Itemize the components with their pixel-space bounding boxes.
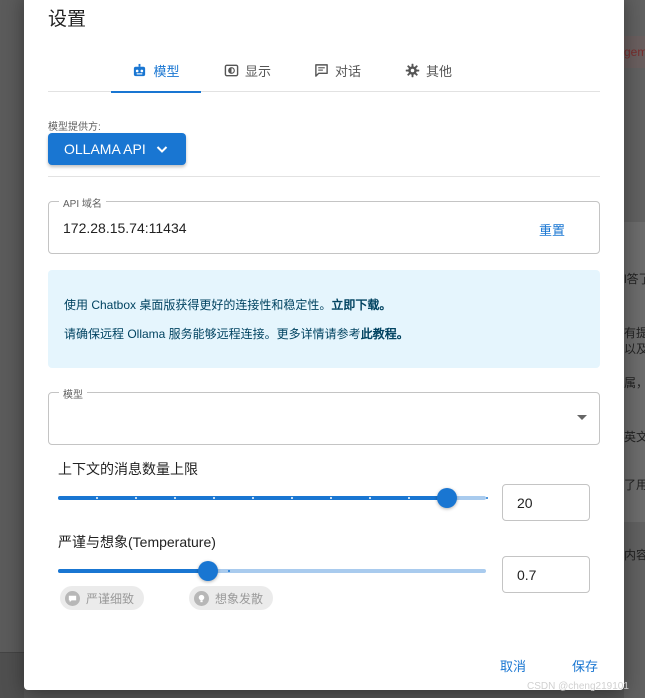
tab-label: 其他: [426, 63, 453, 79]
background-text: gem: [624, 45, 645, 59]
bubble-icon: [65, 590, 80, 606]
dropdown-arrow-icon: [577, 415, 587, 420]
chip-rigorous: 严谨细致: [60, 586, 145, 610]
info-text: 使用 Chatbox 桌面版获得更好的连接性和稳定性。: [64, 298, 332, 312]
dialog-title: 设置: [48, 9, 87, 30]
slider-mark: [252, 497, 254, 499]
settings-tabs: 模型 显示 对话 其他: [48, 48, 600, 93]
slider-thumb[interactable]: [198, 561, 218, 581]
tab-label: 对话: [335, 63, 362, 79]
background-app-right: gem l答了 有提 以及加 属， 英文 了用 内容: [624, 0, 645, 698]
tutorial-link[interactable]: 此教程。: [361, 327, 409, 341]
info-line-2: 请确保远程 Ollama 服务能够远程连接。更多详情请参考此教程。: [64, 325, 409, 342]
slider-mark: [213, 497, 215, 499]
tab-chat[interactable]: 对话: [314, 48, 361, 92]
slider-mark: [291, 497, 293, 499]
save-button[interactable]: 保存: [572, 656, 598, 675]
background-text: 了用: [624, 478, 645, 492]
watermark: CSDN @cheng219101: [527, 681, 629, 692]
temperature-input[interactable]: 0.7: [502, 556, 590, 593]
provider-label: 模型提供方:: [48, 122, 101, 133]
provider-select-button[interactable]: OLLAMA API: [48, 133, 186, 165]
background-text: l答了: [624, 272, 645, 286]
model-select[interactable]: 模型: [48, 386, 600, 445]
context-limit-input[interactable]: 20: [502, 484, 590, 521]
gear-icon: [405, 63, 420, 77]
context-limit-label: 上下文的消息数量上限: [58, 461, 198, 477]
slider-mark: [96, 497, 98, 499]
temperature-label: 严谨与想象(Temperature): [58, 534, 216, 550]
background-app-bottom-bar: [0, 652, 24, 698]
tab-model[interactable]: 模型: [111, 48, 201, 93]
chip-imaginative: 想象发散: [189, 586, 274, 610]
info-alert: 使用 Chatbox 桌面版获得更好的连接性和稳定性。立即下载。 请确保远程 O…: [48, 270, 600, 368]
cancel-button[interactable]: 取消: [500, 656, 526, 675]
api-host-field[interactable]: API 域名 172.28.15.74:11434 重置: [48, 195, 600, 254]
background-app-left: [0, 0, 24, 698]
api-host-value[interactable]: 172.28.15.74:11434: [63, 220, 187, 236]
display-icon: [224, 64, 239, 76]
tab-label: 显示: [245, 63, 272, 79]
background-text: 以及加: [624, 342, 645, 356]
slider-mark: [135, 497, 137, 499]
background-text: 英文: [624, 430, 645, 444]
info-text: 请确保远程 Ollama 服务能够远程连接。更多详情请参考: [64, 327, 361, 341]
slider-mark: [408, 497, 410, 499]
background-text: 有提: [624, 326, 645, 340]
model-label: 模型: [59, 386, 87, 401]
lightbulb-icon: [194, 590, 209, 606]
robot-icon: [134, 63, 146, 76]
reset-button[interactable]: 重置: [539, 220, 565, 239]
settings-dialog: 设置 模型 显示 对话 其他 模型提供方: OLLAMA API API 域名 …: [24, 0, 624, 690]
slider-fill: [58, 569, 208, 573]
background-text: 内容: [624, 548, 645, 562]
tab-other[interactable]: 其他: [405, 48, 452, 92]
background-text: 属，: [624, 376, 645, 390]
slider-mark: [330, 497, 332, 499]
slider-mark: [174, 497, 176, 499]
download-link[interactable]: 立即下载。: [331, 298, 391, 312]
slider-mark: [228, 570, 230, 572]
provider-value: OLLAMA API: [64, 141, 146, 157]
info-line-1: 使用 Chatbox 桌面版获得更好的连接性和稳定性。立即下载。: [64, 296, 391, 313]
slider-thumb[interactable]: [437, 488, 457, 508]
slider-mark: [486, 497, 488, 499]
tab-display[interactable]: 显示: [224, 48, 271, 92]
chip-label: 严谨细致: [86, 591, 135, 606]
api-host-label: API 域名: [59, 195, 106, 210]
chip-label: 想象发散: [215, 591, 264, 606]
tab-label: 模型: [153, 63, 180, 79]
slider-mark: [369, 497, 371, 499]
temperature-slider[interactable]: [58, 561, 486, 581]
context-limit-slider[interactable]: [58, 488, 488, 508]
section-divider: [48, 176, 600, 177]
chevron-down-icon: [156, 146, 167, 153]
chat-icon: [315, 63, 328, 77]
